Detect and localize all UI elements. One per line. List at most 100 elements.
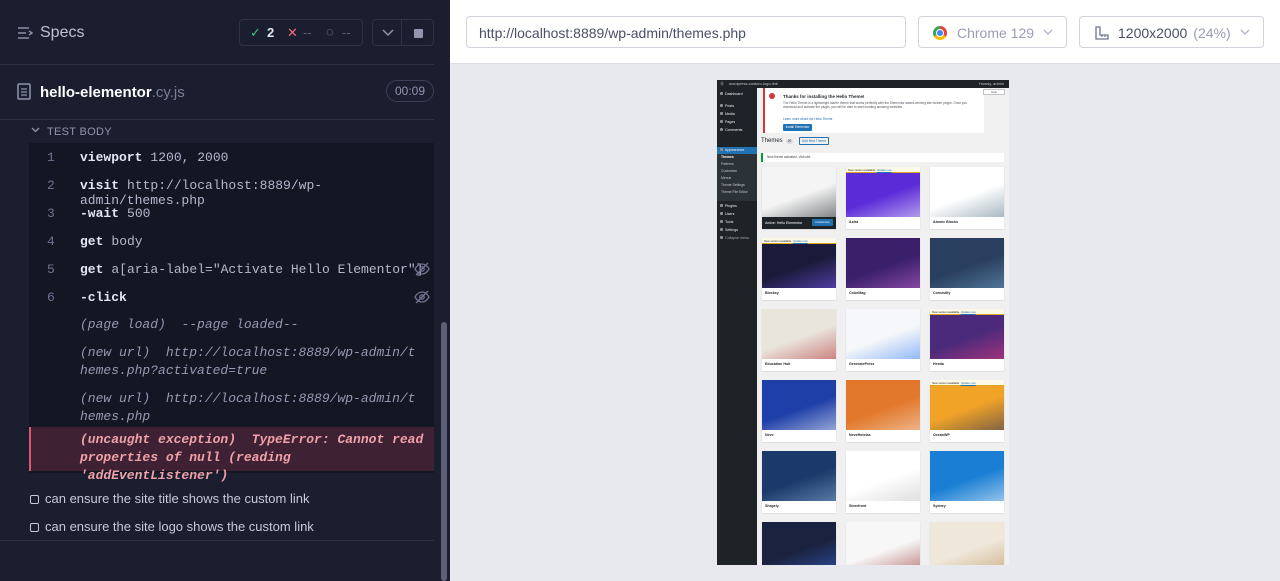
url-bar[interactable]: http://localhost:8889/wp-admin/themes.ph… (466, 16, 906, 48)
wp-submenu-item[interactable]: Theme Settings (721, 183, 745, 187)
theme-update-notice[interactable]: New version available. Update now (762, 238, 836, 244)
spec-file-row[interactable]: hello-elementor.cy.js 00:09 (0, 66, 434, 120)
wp-admin-bar[interactable]: ⓪ wordpress-custom-logo-link Howdy, admi… (717, 80, 1009, 88)
theme-card[interactable]: Education Hub (762, 309, 836, 371)
collapse-chevron-icon[interactable] (31, 127, 40, 133)
theme-card[interactable]: New version available. Update now Blocksy (762, 238, 836, 300)
reporter-scrollbar[interactable] (441, 322, 447, 581)
theme-name: ColorMag (849, 291, 866, 295)
specs-list-icon[interactable] (17, 25, 33, 41)
test-stats: ✓ 2 ✕ -- ◌ -- (239, 19, 363, 46)
wp-submenu-item[interactable]: Patterns (721, 162, 734, 166)
install-elementor-button[interactable]: Install Elementor (783, 124, 812, 131)
theme-screenshot (846, 522, 920, 565)
command-name: get a[aria-label="Activate Hello Elemento… (80, 262, 424, 277)
theme-activated-notice: New theme activated. Visit site (761, 153, 1004, 162)
notice-title: Thanks for installing the Hello Theme! (783, 94, 865, 99)
theme-card[interactable]: Neve (762, 380, 836, 442)
command-number: 6 (47, 290, 55, 305)
preview-header: http://localhost:8889/wp-admin/themes.ph… (450, 0, 1280, 64)
test-item[interactable]: can ensure the site title shows the cust… (30, 491, 309, 506)
notice-link[interactable]: Learn more about the Hello Theme (783, 117, 832, 121)
wp-submenu-item[interactable]: Customize (721, 169, 737, 173)
event-page-load[interactable]: (page load) --page loaded-- (80, 316, 420, 334)
command-name: -wait 500 (80, 206, 151, 221)
eye-slash-icon[interactable] (414, 262, 430, 276)
wp-menu-item[interactable]: Posts (720, 104, 734, 108)
theme-name: Sydney (933, 504, 946, 508)
wp-logo-icon[interactable]: ⓪ (720, 81, 724, 87)
theme-card[interactable]: HelloActive: Hello ElementorCustomize (762, 167, 836, 229)
stop-button[interactable] (402, 19, 434, 46)
theme-name: Consistify (933, 291, 951, 295)
add-new-theme-button[interactable]: Add New Theme (799, 137, 829, 145)
app-preview: http://localhost:8889/wp-admin/themes.ph… (450, 0, 1280, 581)
theme-card[interactable]: New version available. Update now OceanWP (930, 380, 1004, 442)
specs-title[interactable]: Specs (40, 24, 84, 42)
theme-card[interactable]: Shapely (762, 451, 836, 513)
viewport-selector[interactable]: 1200x2000 (24%) (1079, 16, 1264, 48)
options-dropdown-button[interactable] (372, 19, 402, 46)
wp-howdy[interactable]: Howdy, admin (979, 81, 1004, 86)
wp-menu-collapse[interactable]: Collapse menu (720, 236, 749, 240)
viewport-label: 1200x2000 (24%) (1118, 25, 1231, 41)
command-number: 1 (47, 150, 55, 165)
theme-update-notice[interactable]: New version available. Update now (846, 167, 920, 173)
wp-menu-item[interactable]: Media (720, 112, 735, 116)
theme-card[interactable]: GeneratePress (846, 309, 920, 371)
eye-slash-icon[interactable] (414, 290, 430, 304)
theme-name: Neve (765, 433, 774, 437)
wp-menu-item[interactable]: Settings (720, 228, 738, 232)
reporter-panel: Specs ✓ 2 ✕ -- ◌ -- hello-elementor.cy.j… (0, 0, 450, 581)
command-message: 500 (127, 206, 151, 221)
test-item[interactable]: can ensure the site logo shows the custo… (30, 519, 314, 534)
command-number: 5 (47, 262, 55, 277)
wp-menu-item[interactable]: Users (720, 212, 734, 216)
theme-card[interactable]: Atomic Blocks (930, 167, 1004, 229)
theme-name: Education Hub (765, 362, 791, 366)
themes-count: 20 (786, 139, 793, 144)
event-new-url[interactable]: (new url) http://localhost:8889/wp-admin… (80, 344, 420, 380)
theme-screenshot (846, 451, 920, 501)
wp-menu-item[interactable]: Dashboard (720, 92, 743, 96)
theme-card[interactable]: Zakra (846, 522, 920, 565)
active-theme-bar: Active: Hello Elementor Customize (762, 217, 836, 229)
theme-card[interactable]: Sydney (930, 451, 1004, 513)
event-new-url[interactable]: (new url) http://localhost:8889/wp-admin… (80, 390, 420, 426)
wp-submenu-item[interactable]: Menus (721, 176, 731, 180)
document-icon (17, 83, 31, 100)
theme-card[interactable]: New version available. Update now Hestia (930, 309, 1004, 371)
suite-label[interactable]: TEST BODY (47, 126, 112, 138)
command-name: visit http://localhost:8889/wp-admin/them… (80, 178, 323, 208)
browser-selector[interactable]: Chrome 129 (918, 16, 1067, 48)
uncaught-exception-row[interactable]: (uncaught exception) TypeError: Cannot r… (29, 427, 434, 483)
themes-heading: Themes (761, 138, 783, 144)
wp-submenu-item[interactable]: Themes (721, 155, 734, 159)
wp-menu-item[interactable]: Tools (720, 220, 733, 224)
pending-spinner-icon: ◌ (326, 24, 334, 39)
customize-button[interactable]: Customize (812, 219, 833, 226)
theme-card[interactable]: Storefront (846, 451, 920, 513)
wp-menu-item[interactable]: Pages (720, 120, 735, 124)
wp-menu-item[interactable]: Comments (720, 128, 742, 132)
help-tab[interactable]: Help (983, 89, 1005, 95)
theme-card[interactable]: Kadence (762, 522, 836, 565)
theme-card[interactable]: Twenty Twenty (930, 522, 1004, 565)
theme-card[interactable]: ColorMag (846, 238, 920, 300)
wp-site-name[interactable]: wordpress-custom-logo-link (729, 81, 778, 86)
hello-theme-notice: Thanks for installing the Hello Theme! T… (763, 88, 984, 133)
theme-update-notice[interactable]: New version available. Update now (930, 309, 1004, 315)
theme-update-notice[interactable]: New version available. Update now (930, 380, 1004, 386)
theme-card[interactable]: NeveHotelas (846, 380, 920, 442)
wp-menu-item-appearance[interactable]: Appearance (720, 148, 744, 152)
wp-menu-item[interactable]: Plugins (720, 204, 737, 208)
passed-count: 2 (267, 25, 275, 40)
reporter-header: Specs ✓ 2 ✕ -- ◌ -- (0, 0, 434, 65)
theme-card[interactable]: Consistify (930, 238, 1004, 300)
theme-screenshot (846, 238, 920, 288)
passed-check-icon: ✓ (250, 25, 261, 40)
theme-card[interactable]: New version available. Update now Astra (846, 167, 920, 229)
wp-admin-page[interactable]: ⓪ wordpress-custom-logo-link Howdy, admi… (717, 80, 1009, 565)
wp-submenu-item[interactable]: Theme File Editor (721, 190, 748, 194)
elementor-icon (769, 93, 775, 99)
